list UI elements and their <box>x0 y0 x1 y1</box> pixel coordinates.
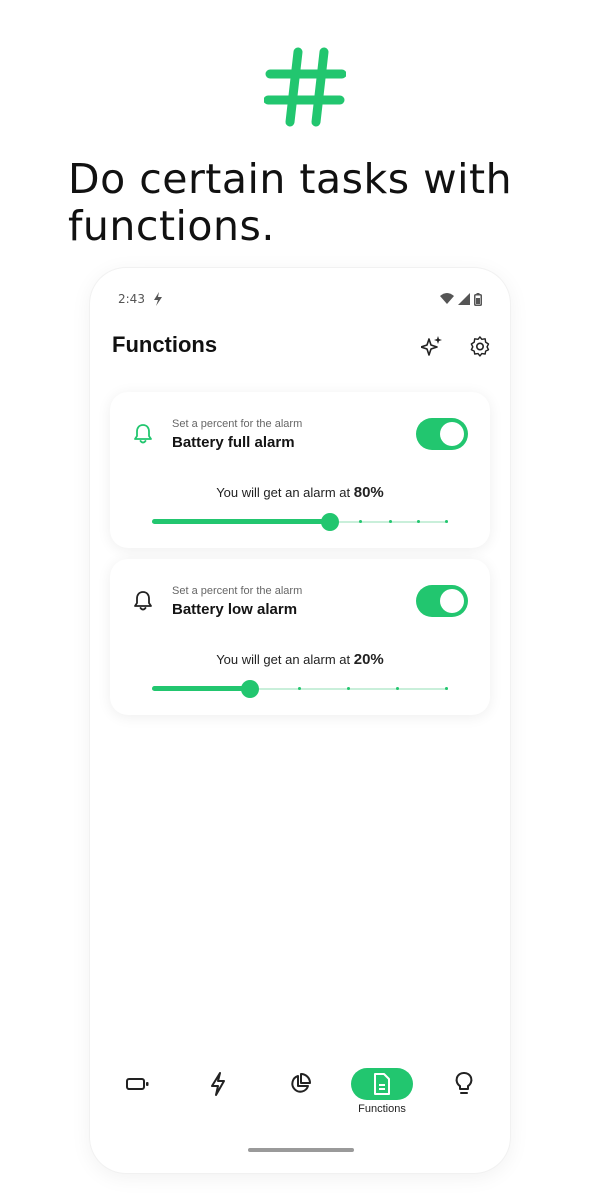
nav-pill <box>107 1068 169 1100</box>
battery-low-slider[interactable] <box>152 680 448 698</box>
battery-full-alarm-toggle[interactable] <box>416 418 468 450</box>
battery-icon <box>474 292 482 306</box>
page-title: Functions <box>112 332 218 357</box>
status-bar: 2:43 <box>118 290 482 308</box>
battery-icon <box>126 1078 149 1090</box>
signal-icon <box>458 293 470 305</box>
slider-tick <box>388 520 392 523</box>
nav-pill <box>269 1068 331 1100</box>
card-subtitle: Set a percent for the alarm <box>172 418 303 430</box>
pie-chart-icon <box>291 1073 311 1093</box>
lightning-icon <box>153 292 162 306</box>
card-title: Battery full alarm <box>172 434 295 451</box>
slider-fill <box>152 519 330 524</box>
battery-full-alarm-card: Set a percent for the alarm Battery full… <box>110 392 490 548</box>
battery-full-slider[interactable] <box>152 513 448 531</box>
hash-logo-icon <box>264 47 346 127</box>
home-indicator[interactable] <box>248 1148 354 1152</box>
toggle-knob <box>440 422 464 446</box>
nav-pill <box>433 1068 495 1100</box>
alarm-prefix: You will get an alarm at <box>216 652 354 667</box>
nav-item-battery[interactable] <box>106 1068 170 1128</box>
alarm-prefix: You will get an alarm at <box>216 485 354 500</box>
bottom-navigation: Functions <box>90 1068 510 1138</box>
bell-icon <box>134 424 152 444</box>
nav-item-tips[interactable] <box>432 1068 496 1128</box>
nav-item-functions[interactable]: Functions <box>350 1068 414 1128</box>
slider-thumb[interactable] <box>240 680 259 698</box>
bell-icon <box>134 591 152 611</box>
sparkle-icon[interactable] <box>420 334 444 358</box>
alarm-level-text: You will get an alarm at 80% <box>110 484 490 501</box>
phone-frame: 2:43 Functions Set a percent for the ala… <box>90 268 510 1173</box>
nav-item-usage[interactable] <box>268 1068 332 1128</box>
alarm-value: 20% <box>353 651 384 668</box>
alarm-value: 80% <box>353 484 384 501</box>
gear-icon[interactable] <box>468 334 492 358</box>
nav-pill <box>187 1068 249 1100</box>
slider-fill <box>152 686 250 691</box>
document-icon <box>374 1073 390 1095</box>
slider-tick <box>444 520 448 523</box>
lightning-icon <box>211 1072 225 1096</box>
nav-pill-active <box>351 1068 413 1100</box>
battery-low-alarm-card: Set a percent for the alarm Battery low … <box>110 559 490 715</box>
toggle-knob <box>440 589 464 613</box>
headline: Do certain tasks with functions. <box>68 155 513 250</box>
alarm-level-text: You will get an alarm at 20% <box>110 651 490 668</box>
nav-label-functions: Functions <box>358 1103 406 1115</box>
slider-thumb[interactable] <box>320 513 339 531</box>
status-time: 2:43 <box>118 292 145 306</box>
wifi-icon <box>440 293 454 304</box>
slider-tick <box>444 687 448 690</box>
card-subtitle: Set a percent for the alarm <box>172 585 303 597</box>
slider-tick <box>346 687 350 690</box>
card-title: Battery low alarm <box>172 601 298 618</box>
lightbulb-icon <box>455 1072 473 1094</box>
nav-item-charging[interactable] <box>186 1068 250 1128</box>
battery-low-alarm-toggle[interactable] <box>416 585 468 617</box>
